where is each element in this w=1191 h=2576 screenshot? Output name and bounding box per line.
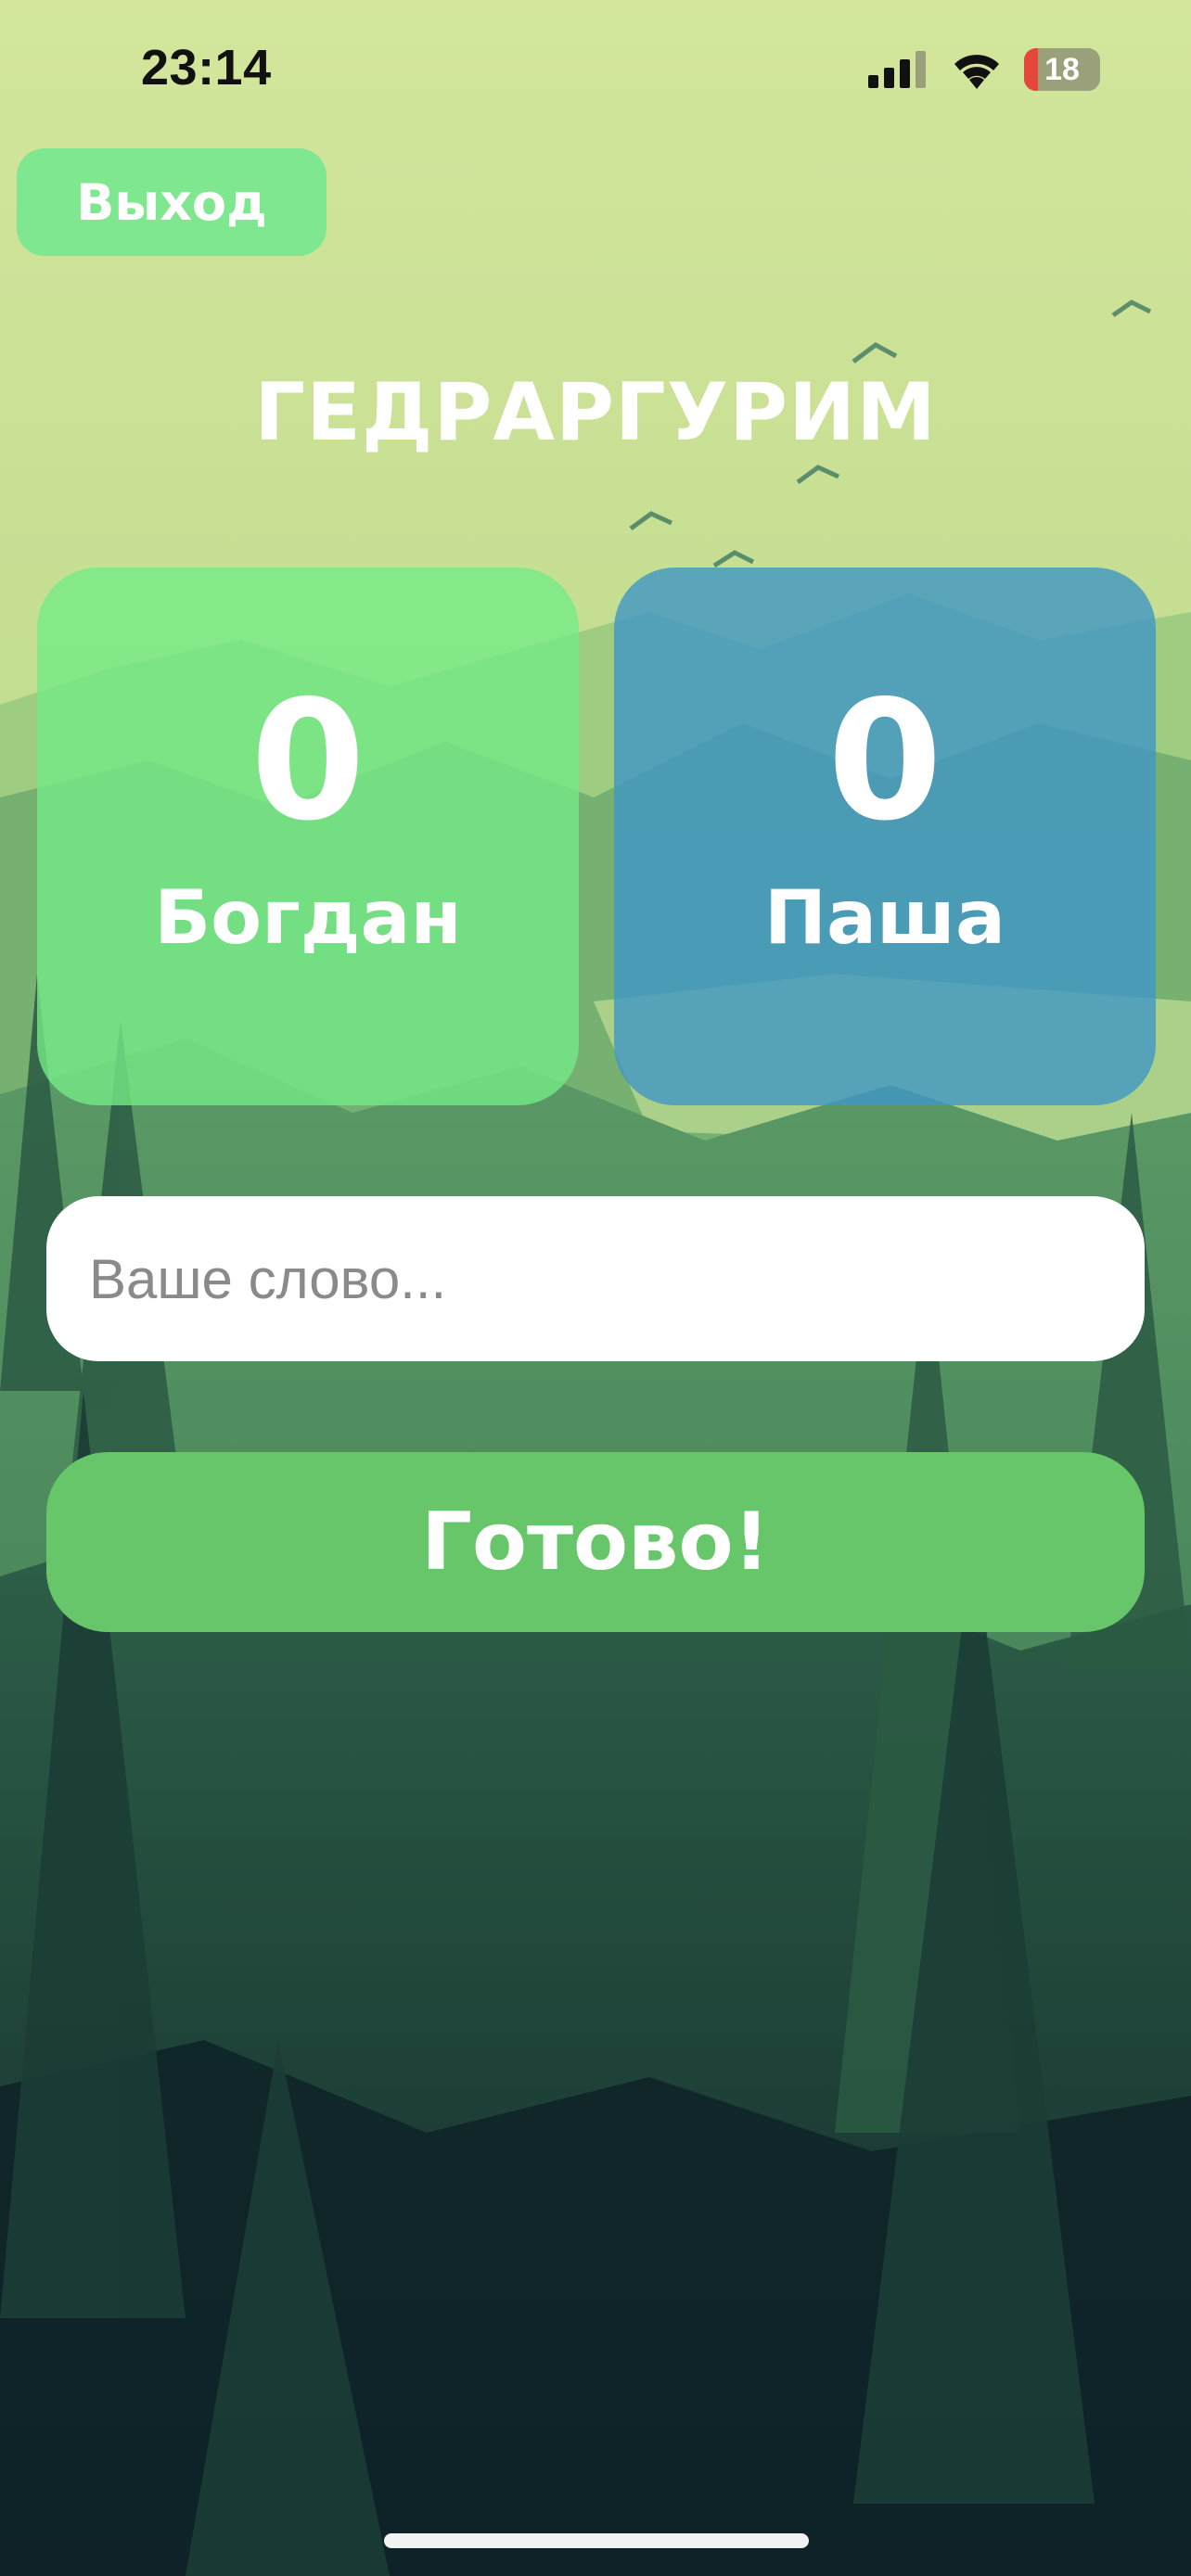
battery-percent: 18 — [1044, 51, 1080, 87]
word-input[interactable] — [46, 1196, 1145, 1361]
current-word-title: ГЕДРАРГУРИМ — [254, 366, 937, 459]
ready-button[interactable]: Готово! — [46, 1452, 1145, 1632]
player-1-name: Богдан — [154, 874, 462, 961]
exit-button[interactable]: Выход — [17, 148, 327, 256]
battery-charging-icon: 18 — [1024, 48, 1100, 91]
status-time: 23:14 — [141, 40, 272, 96]
player-2-name: Паша — [764, 874, 1005, 961]
app-screen: 23:14 18 Выход ГЕДРАРГУРИМ 0 Богдан 0 Па… — [0, 0, 1191, 2576]
wifi-icon — [954, 55, 999, 89]
player-1-score: 0 — [250, 665, 365, 857]
status-icons: 18 — [868, 46, 1100, 93]
player-2-score: 0 — [827, 665, 942, 857]
home-indicator[interactable] — [384, 2533, 809, 2548]
player-card-2: 0 Паша — [614, 567, 1156, 1105]
player-card-1: 0 Богдан — [37, 567, 579, 1105]
cellular-signal-icon — [868, 51, 926, 88]
